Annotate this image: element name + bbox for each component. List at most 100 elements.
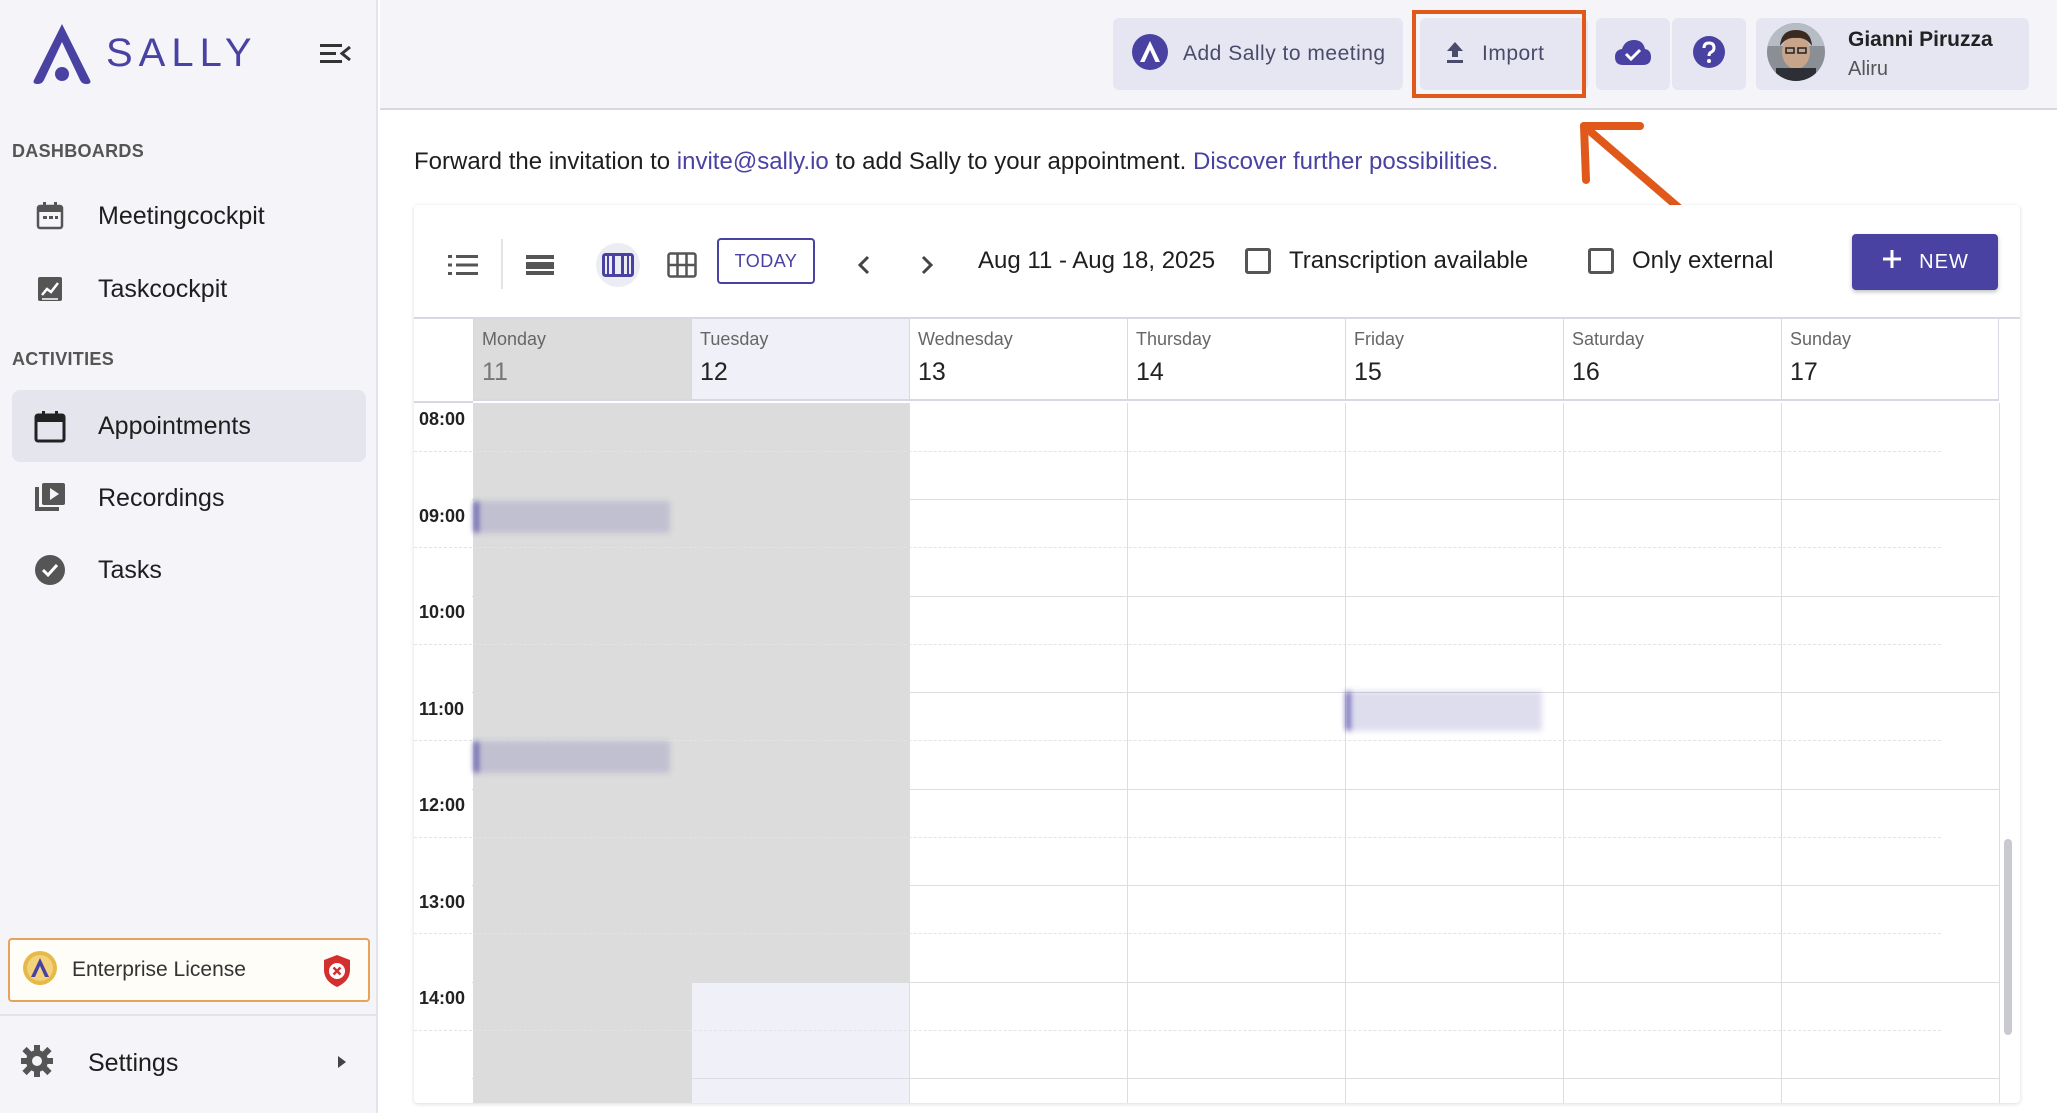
sidebar-item-meetingcockpit[interactable]: Meetingcockpit [12, 180, 366, 252]
new-label: NEW [1919, 250, 1969, 273]
sidebar-item-label: Recordings [98, 483, 225, 512]
blurred-appointment[interactable] [1346, 691, 1542, 731]
help-button[interactable] [1672, 18, 1746, 90]
sidebar-item-label: Tasks [98, 555, 162, 584]
gear-icon [20, 1044, 54, 1083]
column-divider [691, 403, 692, 1103]
date-range-label: Aug 11 - Aug 18, 2025 [978, 247, 1216, 274]
time-label: 11:00 [419, 699, 465, 719]
sidebar-item-label: Meetingcockpit [98, 201, 265, 230]
day-header-tuesday[interactable]: Tuesday 12 [691, 319, 909, 401]
view-day-icon [526, 255, 554, 275]
sidebar-item-label: Appointments [98, 411, 251, 440]
agenda-view-button[interactable] [441, 243, 485, 287]
next-week-button[interactable] [905, 243, 949, 287]
user-name: Gianni Piruzza [1848, 27, 1993, 51]
section-title-activities: ACTIVITIES [12, 349, 115, 369]
shield-error-icon [322, 954, 352, 993]
day-name: Tuesday [700, 329, 769, 349]
day-number: 17 [1790, 358, 1818, 386]
only-external-checkbox[interactable] [1588, 248, 1614, 274]
calendar-icon [30, 406, 70, 446]
settings-label: Settings [88, 1048, 179, 1077]
toolbar-divider [501, 239, 503, 289]
cloud-done-icon [1613, 37, 1653, 72]
sidebar-item-tasks[interactable]: Tasks [12, 534, 366, 606]
day-name: Monday [482, 329, 547, 349]
import-highlight-annotation [1412, 10, 1586, 98]
day-name: Thursday [1136, 329, 1212, 349]
column-divider [1999, 403, 2000, 1103]
sally-coin-icon [22, 950, 58, 991]
previous-week-button[interactable] [842, 243, 886, 287]
day-header-saturday[interactable]: Saturday 16 [1563, 319, 1781, 401]
calendar-panel: TODAY Aug 11 - Aug 18, 2025 Transcriptio… [414, 205, 2020, 1103]
new-appointment-button[interactable]: NEW [1852, 234, 1998, 290]
column-divider [909, 403, 910, 1103]
sidebar-divider [0, 1014, 376, 1016]
sidebar-item-appointments[interactable]: Appointments [12, 390, 366, 462]
today-button[interactable]: TODAY [717, 238, 815, 284]
add-sally-label: Add Sally to meeting [1183, 42, 1386, 65]
half-hour-line [414, 547, 1941, 548]
time-label: 12:00 [419, 795, 466, 815]
calendar-scrollbar[interactable] [2004, 839, 2012, 1035]
hour-line [472, 885, 1999, 886]
sidebar-item-taskcockpit[interactable]: Taskcockpit [12, 253, 366, 325]
app-name: SALLY [106, 30, 258, 75]
chevron-left-icon [857, 255, 870, 275]
day-header-thursday[interactable]: Thursday 14 [1127, 319, 1345, 401]
transcription-available-checkbox[interactable] [1245, 248, 1271, 274]
past-area-tuesday [691, 403, 909, 983]
license-badge[interactable]: Enterprise License [8, 938, 370, 1002]
user-org: Aliru [1848, 57, 1889, 80]
collapse-sidebar-button[interactable] [318, 38, 352, 70]
sally-logo[interactable]: SALLY [28, 20, 258, 86]
discover-possibilities-link[interactable]: Discover further possibilities. [1193, 148, 1498, 175]
half-hour-line [414, 933, 1941, 934]
day-number: 14 [1136, 358, 1164, 386]
list-icon [448, 255, 478, 275]
blurred-appointment[interactable] [474, 741, 670, 773]
sidebar-item-recordings[interactable]: Recordings [12, 462, 366, 534]
hour-line [472, 499, 1999, 500]
transcription-available-label: Transcription available [1289, 247, 1529, 274]
half-hour-line [414, 644, 1941, 645]
day-number: 15 [1354, 358, 1382, 386]
column-divider [1563, 403, 1564, 1103]
settings-menu[interactable]: Settings [20, 1030, 360, 1096]
day-header-friday[interactable]: Friday 15 [1345, 319, 1563, 401]
day-header-monday[interactable]: Monday 11 [473, 319, 691, 401]
time-label: 13:00 [419, 892, 466, 912]
cloud-sync-button[interactable] [1596, 18, 1670, 90]
month-view-button[interactable] [660, 243, 704, 287]
day-view-button[interactable] [518, 243, 562, 287]
user-menu[interactable]: Gianni Piruzza Aliru [1756, 18, 2029, 90]
time-label: 09:00 [419, 506, 466, 526]
header-corner [414, 319, 473, 403]
day-header-wednesday[interactable]: Wednesday 13 [909, 319, 1127, 401]
time-label: 14:00 [419, 988, 466, 1008]
blurred-appointment[interactable] [474, 501, 670, 533]
today-column-rest [691, 983, 909, 1103]
invite-email-link[interactable]: invite@sally.io [677, 148, 829, 175]
hour-line [472, 692, 1999, 693]
week-view-button[interactable] [596, 243, 640, 287]
sally-logo-icon [33, 24, 91, 84]
add-sally-to-meeting-button[interactable]: Add Sally to meeting [1113, 18, 1403, 90]
half-hour-line [414, 837, 1941, 838]
day-header-sunday[interactable]: Sunday 17 [1781, 319, 1999, 401]
view-module-icon [667, 252, 697, 278]
video-library-icon [30, 478, 70, 518]
forward-middle: to add Sally to your appointment. [828, 148, 1193, 175]
day-name: Wednesday [918, 329, 1013, 349]
sidebar: SALLY DASHBOARDS Meetingcockpit Taskcock… [0, 0, 378, 1113]
hour-line [472, 982, 1999, 983]
half-hour-line [414, 1030, 1941, 1031]
day-name: Sunday [1790, 329, 1852, 349]
chart-icon [30, 269, 70, 309]
day-number: 11 [482, 358, 508, 386]
hour-line [472, 789, 1999, 790]
week-grid: Monday 11 Tuesday 12 Wednesday 13 Thursd… [414, 317, 2020, 1103]
sidebar-item-label: Taskcockpit [98, 274, 228, 303]
